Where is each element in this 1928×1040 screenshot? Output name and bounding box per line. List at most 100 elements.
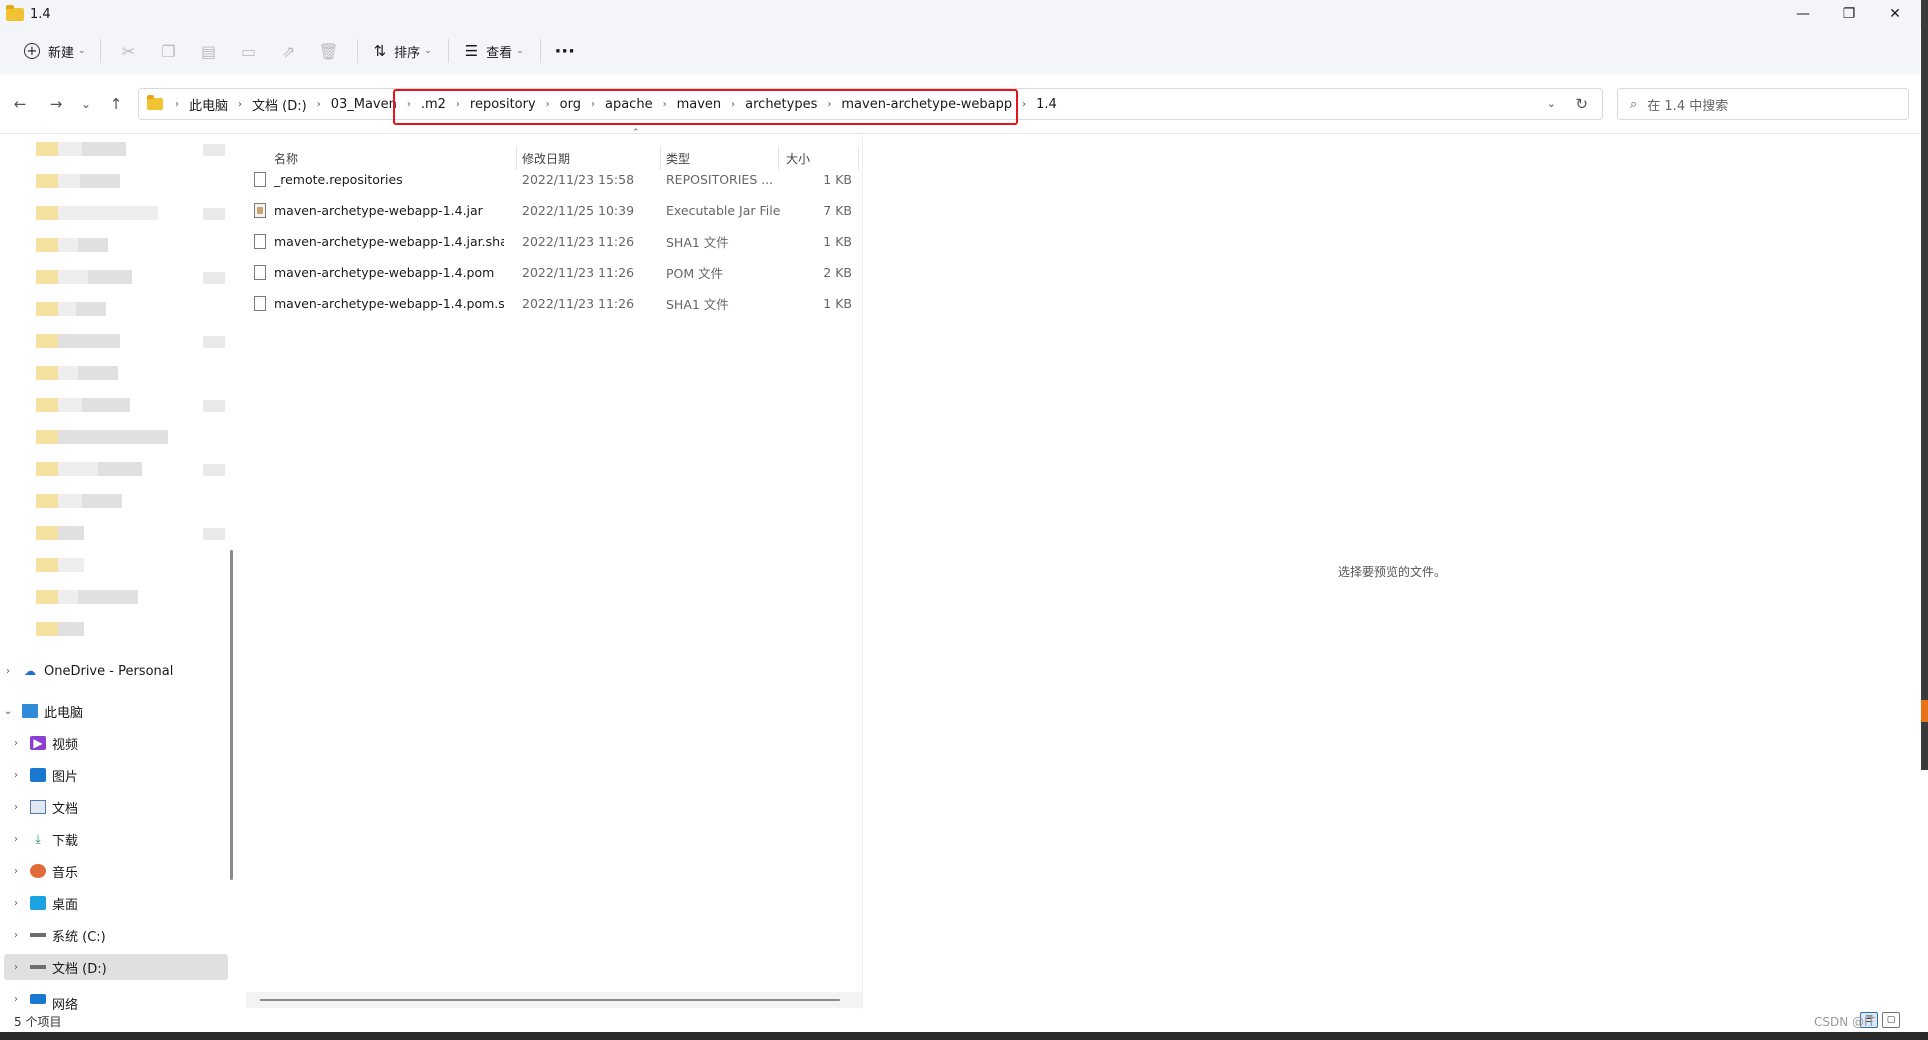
sidebar-item-desktop[interactable]: › 桌面 [0,890,224,916]
file-type: SHA1 文件 [666,297,729,312]
sort-label: 排序 [394,45,421,61]
file-name-cell: maven-archetype-webapp-1.4.jar [254,203,504,218]
blurred-pin [203,144,225,156]
documents-icon [30,800,46,814]
delete-icon[interactable]: 🗑 [309,35,349,67]
breadcrumb-m2[interactable]: .m2 [415,97,452,112]
breadcrumb-apache[interactable]: apache [599,97,659,112]
breadcrumb-1-4[interactable]: 1.4 [1030,97,1063,112]
file-name: maven-archetype-webapp-1.4.pom [274,265,495,280]
chevron-right-icon[interactable]: › [0,666,16,677]
pane-divider[interactable] [862,134,863,1010]
breadcrumb-org[interactable]: org [554,97,587,112]
breadcrumb-drive-d[interactable]: 文档 (D:) [246,95,313,114]
chevron-down-icon[interactable]: ⌄ [0,706,16,717]
file-size: 1 KB [823,296,852,311]
breadcrumb-03-maven[interactable]: 03_Maven [325,97,403,112]
horizontal-scrollbar[interactable] [246,992,862,1008]
chevron-right-icon[interactable]: › [8,834,24,845]
view-button[interactable]: ☰ 查看 ⌄ [457,35,532,67]
sidebar-item-videos[interactable]: › ▶ 视频 [0,730,224,756]
breadcrumb-repository[interactable]: repository [464,97,542,112]
address-bar[interactable]: › 此电脑 › 文档 (D:) › 03_Maven › .m2 › repos… [138,88,1603,120]
cut-icon[interactable]: ✂ [109,35,149,67]
refresh-icon[interactable]: ↻ [1575,95,1588,113]
blurred-item [36,302,106,316]
chevron-right-icon: › [827,98,832,110]
file-size: 2 KB [823,265,852,280]
breadcrumb-maven-archetype-webapp[interactable]: maven-archetype-webapp [835,97,1018,112]
search-box[interactable]: ⌕ 在 1.4 中搜索 [1617,88,1909,120]
sidebar-item-network[interactable]: › 网络 [0,994,224,1010]
sort-icon: ⇅ [373,42,387,60]
rename-icon[interactable]: ▭ [229,35,269,67]
file-row[interactable]: maven-archetype-webapp-1.4.pom 2022/11/2… [246,257,862,288]
sidebar-item-drive-c[interactable]: › 系统 (C:) [0,922,224,948]
page-scrollbar[interactable] [1921,0,1928,770]
sidebar-item-onedrive[interactable]: › ☁ OneDrive - Personal [0,658,224,684]
file-type: REPOSITORIES ... [666,172,774,187]
file-row[interactable]: _remote.repositories 2022/11/23 15:58 RE… [246,164,862,195]
chevron-right-icon[interactable]: › [8,802,24,813]
copy-icon[interactable]: ❐ [149,35,189,67]
sidebar-item-music[interactable]: › 音乐 [0,858,224,884]
chevron-right-icon[interactable]: › [8,866,24,877]
pc-icon [22,704,38,718]
chevron-right-icon: › [238,98,243,110]
sidebar-item-pictures[interactable]: › 图片 [0,762,224,788]
blurred-item [36,462,142,476]
new-button[interactable]: + 新建 ⌄ [18,35,92,67]
file-icon [254,172,266,187]
forward-button[interactable]: → [44,92,68,116]
paste-icon[interactable]: ▤ [189,35,229,67]
tiles-view-icon[interactable]: ▢ [1882,1012,1900,1028]
blurred-item [36,558,84,572]
sidebar-item-label: 文档 [52,801,79,817]
chevron-right-icon[interactable]: › [8,738,24,749]
recent-locations-button[interactable]: ⌄ [74,92,98,116]
file-size: 1 KB [823,172,852,187]
more-options-button[interactable]: ··· [549,35,581,67]
share-icon[interactable]: ⇗ [269,35,309,67]
search-placeholder: 在 1.4 中搜索 [1647,98,1729,114]
file-row[interactable]: maven-archetype-webapp-1.4.jar 2022/11/2… [246,195,862,226]
navigation-bar: ← → ⌄ ↑ › 此电脑 › 文档 (D:) › 03_Maven › .m2… [0,74,1920,134]
chevron-right-icon[interactable]: › [8,962,24,973]
chevron-right-icon: › [175,98,179,110]
close-button[interactable]: ✕ [1872,0,1918,28]
blurred-item [36,174,120,188]
chevron-right-icon[interactable]: › [8,930,24,941]
divider [356,39,358,63]
file-type: Executable Jar File [666,203,781,218]
sidebar-item-drive-d[interactable]: › 文档 (D:) [4,954,228,980]
sidebar-item-this-pc[interactable]: ⌄ 此电脑 [0,698,224,724]
up-button[interactable]: ↑ [104,92,128,116]
file-name: maven-archetype-webapp-1.4.jar.sha1 [274,234,504,249]
chevron-right-icon[interactable]: › [8,898,24,909]
chevron-right-icon: › [545,98,550,110]
file-name: _remote.repositories [274,172,403,187]
chevron-right-icon[interactable]: › [8,994,24,1005]
sidebar-item-downloads[interactable]: › ⤓ 下载 [0,826,224,852]
address-history-dropdown[interactable]: ⌄ [1547,97,1556,110]
horizontal-scrollbar-thumb[interactable] [260,999,840,1001]
blurred-pin [203,400,225,412]
breadcrumb-this-pc[interactable]: 此电脑 [183,95,234,114]
breadcrumb-maven[interactable]: maven [671,97,728,112]
minimize-button[interactable]: — [1780,0,1826,28]
file-row[interactable]: maven-archetype-webapp-1.4.jar.sha1 2022… [246,226,862,257]
chevron-right-icon[interactable]: › [8,770,24,781]
sort-button[interactable]: ⇅ 排序 ⌄ [366,35,440,67]
maximize-button[interactable]: ❐ [1826,0,1872,28]
sidebar-item-documents[interactable]: › 文档 [0,794,224,820]
breadcrumb-archetypes[interactable]: archetypes [739,97,823,112]
back-button[interactable]: ← [8,92,32,116]
file-row[interactable]: maven-archetype-webapp-1.4.pom.s... 2022… [246,288,862,319]
file-type: SHA1 文件 [666,235,729,250]
file-name-cell: maven-archetype-webapp-1.4.pom.s... [254,296,504,311]
title-bar: 1.4 — ❐ ✕ [0,0,1928,28]
navigation-pane: › ☁ OneDrive - Personal ⌄ 此电脑 › ▶ 视频 › 图… [0,134,230,1010]
sort-ascending-icon: ⌃ [632,128,640,138]
file-modified: 2022/11/23 11:26 [522,234,635,249]
sidebar-scrollbar[interactable] [230,550,233,880]
